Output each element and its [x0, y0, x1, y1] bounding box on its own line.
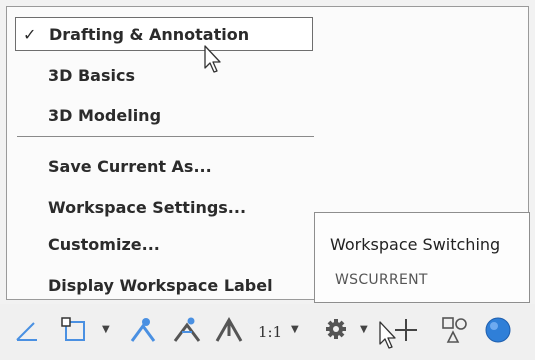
mouse-pointer-icon [204, 45, 221, 73]
menu-item-label: 3D Basics [48, 65, 135, 85]
isolate-objects-icon[interactable] [440, 315, 470, 345]
chevron-down-icon[interactable]: ▼ [291, 324, 299, 335]
menu-item-label: Drafting & Annotation [49, 24, 250, 44]
polar-tracking-icon[interactable] [14, 318, 40, 344]
menu-item-label: Display Workspace Label [48, 275, 273, 295]
object-snap-icon[interactable] [58, 314, 90, 346]
menu-item-3d-basics[interactable]: 3D Basics [7, 58, 528, 92]
auto-scale-icon[interactable] [172, 314, 202, 344]
menu-item-label: 3D Modeling [48, 105, 162, 125]
tooltip-command: WSCURRENT [335, 272, 428, 288]
menu-item-label: Customize... [48, 234, 160, 254]
checkmark-icon: ✓ [23, 24, 37, 44]
menu-item-drafting-annotation[interactable]: ✓ Drafting & Annotation [15, 17, 313, 51]
workspace-tooltip: Workspace Switching WSCURRENT [314, 212, 530, 303]
menu-item-3d-modeling[interactable]: 3D Modeling [7, 98, 528, 132]
menu-item-label: Save Current As... [48, 156, 212, 176]
annotation-scale-icon[interactable] [214, 314, 244, 344]
add-workspace-icon[interactable] [392, 316, 420, 344]
tooltip-title: Workspace Switching [330, 235, 501, 254]
annotation-scale-value[interactable]: 1:1 [258, 323, 282, 341]
chevron-down-icon[interactable]: ▼ [102, 324, 110, 335]
menu-item-save-current-as[interactable]: Save Current As... [7, 149, 528, 183]
chevron-down-icon[interactable]: ▼ [360, 324, 368, 335]
annotation-visibility-icon[interactable] [128, 314, 158, 344]
hardware-acceleration-icon[interactable] [483, 315, 513, 345]
menu-separator [17, 136, 314, 137]
workspace-gear-icon[interactable] [324, 317, 348, 341]
menu-item-label: Workspace Settings... [48, 197, 247, 217]
